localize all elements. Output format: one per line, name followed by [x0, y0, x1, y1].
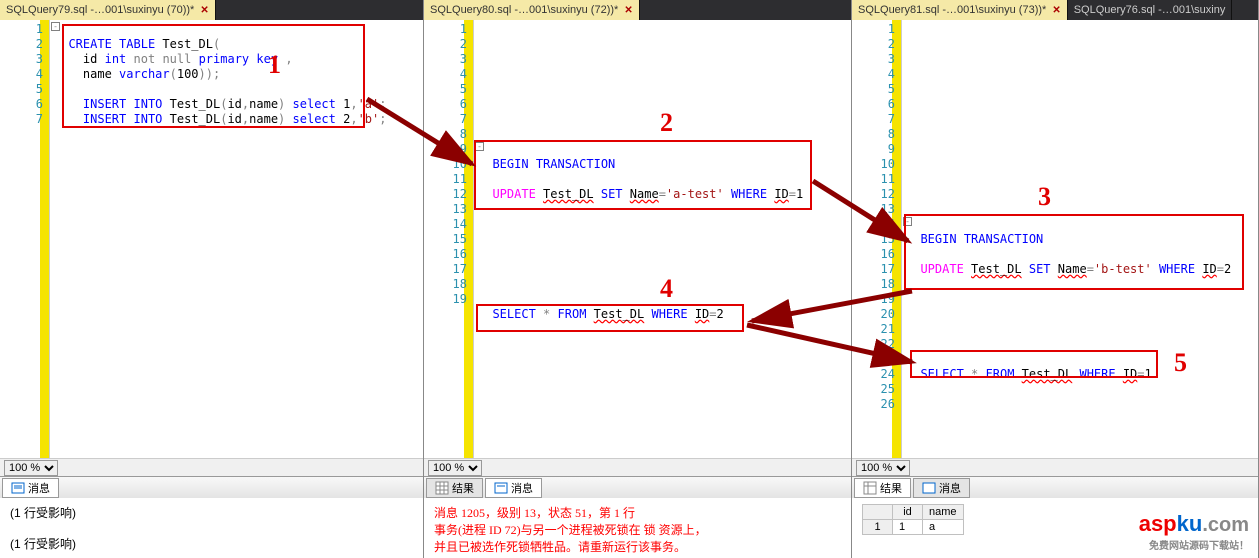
code-area-1[interactable]: - CREATE TABLE Test_DL( id int not null …	[50, 20, 423, 458]
zoom-select[interactable]: 100 %	[4, 460, 58, 476]
line-gutter: 1234567	[0, 20, 50, 458]
code-area-3[interactable]: - BEGIN TRANSACTION UPDATE Test_DL SET N…	[902, 20, 1258, 458]
close-icon[interactable]: ✕	[624, 5, 632, 16]
zoom-bar-2: 100 %	[424, 458, 851, 476]
messages-tab[interactable]: 消息	[2, 478, 59, 498]
rows-affected-1: (1 行受影响)	[10, 504, 413, 521]
error-line-2: 事务(进程 ID 72)与另一个进程被死锁在 锁 资源上，	[434, 521, 841, 538]
line-gutter: 1234567891011121314151617181920212223242…	[852, 20, 902, 458]
close-icon[interactable]: ✕	[200, 5, 208, 16]
result-area-1: (1 行受影响) (1 行受影响)	[0, 498, 423, 558]
results-tab[interactable]: 结果	[426, 478, 483, 498]
col-name: name	[923, 505, 964, 520]
result-tabbar-1: 消息	[0, 476, 423, 498]
tab-sqlquery81[interactable]: SQLQuery81.sql -…001\suxinyu (73))* ✕	[852, 0, 1068, 20]
zoom-bar-1: 100 %	[0, 458, 423, 476]
result-tabbar-3: 结果 消息	[852, 476, 1258, 498]
result-tabbar-2: 结果 消息	[424, 476, 851, 498]
tab-sqlquery79[interactable]: SQLQuery79.sql -…001\suxinyu (70))* ✕	[0, 0, 216, 20]
table-row[interactable]: 11a	[863, 520, 964, 535]
zoom-select[interactable]: 100 %	[856, 460, 910, 476]
zoom-bar-3: 100 %	[852, 458, 1258, 476]
result-area-2: 消息 1205，级别 13，状态 51，第 1 行 事务(进程 ID 72)与另…	[424, 498, 851, 558]
tab-label: SQLQuery79.sql -…001\suxinyu (70))*	[6, 4, 194, 16]
grid-icon	[863, 481, 877, 495]
outline-collapse-icon[interactable]: -	[903, 217, 912, 226]
messages-icon	[494, 481, 508, 495]
editor-1[interactable]: 1234567 - CREATE TABLE Test_DL( id int n…	[0, 20, 423, 458]
messages-tab[interactable]: 消息	[913, 478, 970, 498]
outline-collapse-icon[interactable]: -	[51, 22, 60, 31]
error-line-3: 并且已被选作死锁牺牲品。请重新运行该事务。	[434, 538, 841, 555]
messages-tab[interactable]: 消息	[485, 478, 542, 498]
error-line-1: 消息 1205，级别 13，状态 51，第 1 行	[434, 504, 841, 521]
results-tab[interactable]: 结果	[854, 478, 911, 498]
editor-pane-1: SQLQuery79.sql -…001\suxinyu (70))* ✕ 12…	[0, 0, 424, 558]
editor-pane-3: SQLQuery81.sql -…001\suxinyu (73))* ✕ SQ…	[852, 0, 1259, 558]
result-grid: idname 11a	[862, 504, 964, 535]
close-icon[interactable]: ✕	[1052, 5, 1060, 16]
editor-pane-2: SQLQuery80.sql -…001\suxinyu (72))* ✕ 12…	[424, 0, 852, 558]
tabbar-3: SQLQuery81.sql -…001\suxinyu (73))* ✕ SQ…	[852, 0, 1258, 20]
outline-collapse-icon[interactable]: -	[475, 142, 484, 151]
tabbar-1: SQLQuery79.sql -…001\suxinyu (70))* ✕	[0, 0, 423, 20]
tab-sqlquery76[interactable]: SQLQuery76.sql -…001\suxiny	[1068, 0, 1233, 20]
tabbar-2: SQLQuery80.sql -…001\suxinyu (72))* ✕	[424, 0, 851, 20]
rows-affected-2: (1 行受影响)	[10, 535, 413, 552]
tab-label: SQLQuery80.sql -…001\suxinyu (72))*	[430, 4, 618, 16]
line-gutter: 12345678910111213141516171819	[424, 20, 474, 458]
aspku-logo: aspku.com 免费网站源码下载站！	[1139, 511, 1249, 552]
tab-label: SQLQuery81.sql -…001\suxinyu (73))*	[858, 4, 1046, 16]
messages-icon	[11, 481, 25, 495]
zoom-select[interactable]: 100 %	[428, 460, 482, 476]
messages-icon	[922, 481, 936, 495]
tab-label: SQLQuery76.sql -…001\suxiny	[1074, 4, 1226, 16]
tab-sqlquery80[interactable]: SQLQuery80.sql -…001\suxinyu (72))* ✕	[424, 0, 640, 20]
editor-3[interactable]: 1234567891011121314151617181920212223242…	[852, 20, 1258, 458]
editor-2[interactable]: 12345678910111213141516171819 - BEGIN TR…	[424, 20, 851, 458]
grid-icon	[435, 481, 449, 495]
col-id: id	[893, 505, 923, 520]
code-area-2[interactable]: - BEGIN TRANSACTION UPDATE Test_DL SET N…	[474, 20, 851, 458]
